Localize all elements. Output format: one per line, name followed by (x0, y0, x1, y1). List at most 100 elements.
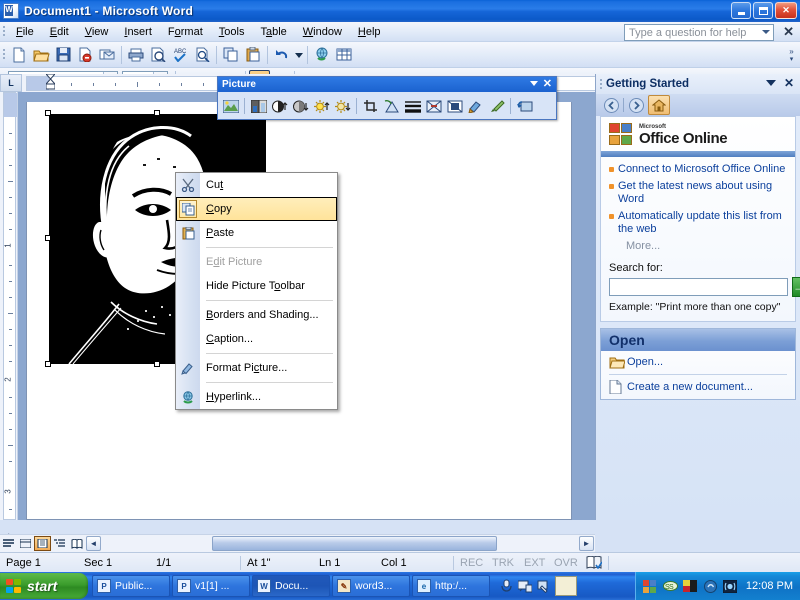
status-rec[interactable]: REC (454, 554, 486, 572)
handwriting-icon[interactable] (536, 578, 552, 594)
text-wrapping-icon[interactable] (444, 96, 465, 117)
print-preview-icon[interactable] (147, 44, 169, 66)
print-icon[interactable] (125, 44, 147, 66)
standard-toolbar-grip[interactable] (0, 47, 8, 63)
spelling-status-icon[interactable] (580, 554, 608, 572)
task-pane-more-label[interactable]: More... (609, 240, 789, 252)
context-menu-item-hyperlink[interactable]: Hyperlink... (176, 385, 337, 409)
menu-edit[interactable]: Edit (42, 24, 77, 40)
taskbar-item-word3[interactable]: ✎ word3... (332, 575, 410, 597)
reset-picture-icon[interactable] (514, 96, 535, 117)
reading-layout-view-button[interactable] (68, 536, 85, 551)
permission-icon[interactable] (74, 44, 96, 66)
search-go-button[interactable]: → (792, 277, 800, 297)
menu-tools[interactable]: Tools (211, 24, 253, 40)
context-menu-item-borders-and-shading[interactable]: Borders and Shading... (176, 303, 337, 327)
tab-selector-button[interactable]: L (0, 74, 22, 92)
close-button[interactable]: ✕ (775, 2, 797, 19)
color-tray-icon[interactable] (683, 579, 698, 594)
new-document-icon[interactable] (8, 44, 30, 66)
list-item[interactable]: Get the latest news about using Word (609, 180, 789, 206)
menu-window[interactable]: Window (295, 24, 350, 40)
scroll-right-button[interactable]: ► (579, 536, 594, 551)
more-brightness-icon[interactable] (311, 96, 332, 117)
mail-recipient-icon[interactable] (96, 44, 118, 66)
undo-icon[interactable] (271, 44, 293, 66)
system-clock[interactable]: 12:08 PM (746, 580, 793, 592)
notes-icon[interactable] (555, 576, 577, 596)
rotate-left-icon[interactable] (381, 96, 402, 117)
menu-view[interactable]: View (77, 24, 117, 40)
start-button[interactable]: start (0, 573, 88, 599)
color-icon[interactable] (248, 96, 269, 117)
context-menu-item-paste[interactable]: Paste (176, 221, 337, 245)
crop-icon[interactable] (360, 96, 381, 117)
status-trk[interactable]: TRK (486, 554, 518, 572)
picture-context-menu[interactable]: Cut Copy Paste Edit Picture Hide Picture… (175, 172, 338, 410)
research-icon[interactable] (191, 44, 213, 66)
network-tray-icon[interactable] (723, 579, 738, 594)
indent-markers[interactable] (46, 74, 55, 90)
menu-help[interactable]: Help (350, 24, 389, 40)
vertical-ruler[interactable]: 1 2 3 4 (0, 92, 18, 538)
antivirus-tray-icon[interactable]: SS (662, 579, 678, 594)
undo-dropdown-icon[interactable] (293, 44, 304, 66)
line-style-icon[interactable] (402, 96, 423, 117)
normal-view-button[interactable] (0, 536, 17, 551)
minimize-button[interactable] (731, 2, 751, 19)
insert-hyperlink-icon[interactable] (311, 44, 333, 66)
horizontal-scroll-thumb[interactable] (212, 536, 497, 551)
taskbar-item-public[interactable]: P Public... (92, 575, 170, 597)
context-menu-item-copy[interactable]: Copy (176, 197, 337, 221)
home-icon[interactable] (648, 95, 670, 115)
less-brightness-icon[interactable] (332, 96, 353, 117)
picture-toolbar-title-bar[interactable]: Picture ✕ (218, 77, 556, 92)
microphone-icon[interactable] (498, 578, 514, 594)
open-item-open[interactable]: Open... (601, 351, 795, 374)
status-ext[interactable]: EXT (518, 554, 548, 572)
task-pane-dropdown-icon[interactable] (766, 80, 776, 86)
spelling-grammar-icon[interactable]: ABC (169, 44, 191, 66)
search-input[interactable] (609, 278, 788, 296)
list-item[interactable]: Automatically update this list from the … (609, 210, 789, 236)
taskbar-item-document[interactable]: W Docu... (252, 575, 330, 597)
menu-bar-grip[interactable] (0, 24, 8, 40)
picture-toolbar-close-icon[interactable]: ✕ (543, 77, 552, 92)
insert-table-icon[interactable] (333, 44, 355, 66)
task-pane-link-auto-update[interactable]: Automatically update this list from the … (618, 210, 789, 236)
less-contrast-icon[interactable] (290, 96, 311, 117)
open-icon[interactable] (30, 44, 52, 66)
context-menu-item-hide-picture-toolbar[interactable]: Hide Picture Toolbar (176, 274, 337, 298)
compress-pictures-icon[interactable] (423, 96, 444, 117)
web-layout-view-button[interactable] (17, 536, 34, 551)
menu-file[interactable]: File (8, 24, 42, 40)
standard-toolbar-overflow-button[interactable]: » ▾ (785, 44, 798, 66)
print-layout-view-button[interactable] (34, 536, 51, 551)
open-label[interactable]: Open... (627, 356, 663, 369)
taskbar-item-v1[interactable]: P v1[1] ... (172, 575, 250, 597)
resize-handle-nw[interactable] (45, 110, 51, 116)
picture-toolbar[interactable]: Picture ✕ (217, 76, 557, 120)
taskbar-item-http[interactable]: e http:/... (412, 575, 490, 597)
scroll-left-button[interactable]: ◄ (86, 536, 101, 551)
open-item-create-new[interactable]: Create a new document... (601, 375, 795, 399)
vertical-ruler-track[interactable]: 1 2 3 4 (3, 92, 17, 538)
copy-icon[interactable] (220, 44, 242, 66)
chevron-down-icon[interactable] (762, 30, 770, 34)
task-pane-link-latest-news[interactable]: Get the latest news about using Word (618, 180, 789, 206)
ask-a-question-box[interactable]: Type a question for help (624, 24, 774, 41)
resize-handle-n[interactable] (154, 110, 160, 116)
resize-handle-s[interactable] (154, 361, 160, 367)
more-contrast-icon[interactable] (269, 96, 290, 117)
paste-icon[interactable] (242, 44, 264, 66)
context-menu-item-caption[interactable]: Caption... (176, 327, 337, 351)
task-pane-close-icon[interactable]: ✕ (784, 76, 794, 90)
resize-handle-sw[interactable] (45, 361, 51, 367)
context-menu-item-cut[interactable]: Cut (176, 173, 337, 197)
task-pane-link-connect[interactable]: Connect to Microsoft Office Online (618, 163, 785, 176)
create-new-document-label[interactable]: Create a new document... (627, 381, 753, 394)
menu-format[interactable]: Format (160, 24, 211, 40)
insert-picture-icon[interactable] (220, 96, 241, 117)
context-menu-item-format-picture[interactable]: Format Picture... (176, 356, 337, 380)
menu-table[interactable]: Table (252, 24, 294, 40)
